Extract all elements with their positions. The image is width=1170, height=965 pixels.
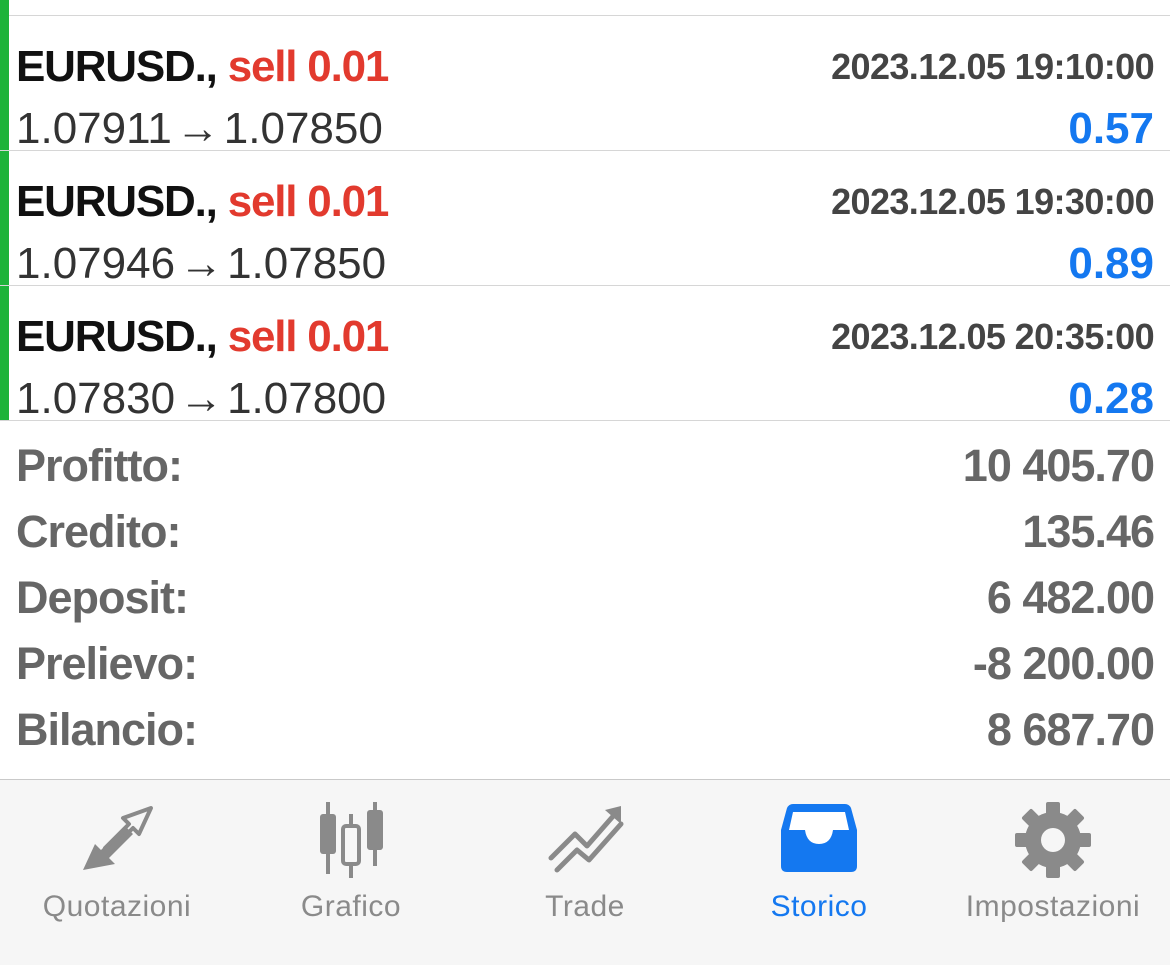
credit-value: 135.46 bbox=[1022, 506, 1155, 557]
summary-row-balance: Bilancio: 8 687.70 bbox=[0, 684, 1170, 755]
deal-profit: 0.57 bbox=[1068, 104, 1154, 153]
history-tray-icon bbox=[781, 804, 857, 872]
withdrawal-label: Prelievo: bbox=[16, 638, 198, 689]
deal-side: sell 0.01 bbox=[227, 312, 390, 361]
deal-row[interactable]: EURUSD., sell 0.01 2023.12.05 19:30:00 1… bbox=[0, 151, 1170, 289]
tab-grafico[interactable]: Grafico bbox=[234, 780, 468, 965]
deal-close-price: 1.07800 bbox=[227, 374, 387, 423]
credit-label: Credito: bbox=[16, 506, 181, 557]
deal-side: sell 0.01 bbox=[227, 177, 390, 226]
deal-open-price: 1.07946 bbox=[16, 239, 176, 288]
deal-prices: 1.07911→1.07850 bbox=[16, 104, 383, 154]
deal-accent-bar bbox=[0, 286, 9, 420]
tab-label: Grafico bbox=[300, 890, 402, 923]
deal-accent-bar bbox=[0, 151, 9, 285]
deal-title: EURUSD., sell 0.01 bbox=[16, 177, 390, 227]
tab-quotazioni[interactable]: Quotazioni bbox=[0, 780, 234, 965]
deal-title: EURUSD., sell 0.01 bbox=[16, 312, 390, 362]
summary-row-profit: Profitto: 10 405.70 bbox=[0, 420, 1170, 491]
summary-row-deposit: Deposit: 6 482.00 bbox=[0, 552, 1170, 623]
deal-close-price: 1.07850 bbox=[223, 104, 383, 153]
account-summary: Profitto: 10 405.70 Credito: 135.46 Depo… bbox=[0, 420, 1170, 780]
trade-trend-icon bbox=[548, 806, 624, 873]
tab-storico[interactable]: Storico bbox=[702, 780, 936, 965]
deal-title: EURUSD., sell 0.01 bbox=[16, 42, 390, 92]
candlestick-chart-icon bbox=[320, 802, 383, 878]
tab-label: Trade bbox=[545, 890, 625, 923]
arrow-right-icon: → bbox=[179, 239, 224, 288]
tab-label: Storico bbox=[770, 890, 868, 923]
deal-close-price: 1.07850 bbox=[227, 239, 387, 288]
deal-symbol: EURUSD., bbox=[16, 312, 218, 361]
deal-symbol: EURUSD., bbox=[16, 42, 218, 91]
deal-accent-bar bbox=[0, 0, 9, 16]
balance-label: Bilancio: bbox=[16, 704, 198, 755]
deal-side: sell 0.01 bbox=[227, 42, 390, 91]
deal-open-price: 1.07911 bbox=[16, 104, 172, 153]
withdrawal-value: -8 200.00 bbox=[972, 638, 1155, 689]
gear-icon bbox=[1015, 802, 1091, 878]
tab-bar: Quotazioni Grafico Trade Storico Imposta… bbox=[0, 779, 1170, 965]
tab-trade[interactable]: Trade bbox=[468, 780, 702, 965]
deal-profit: 0.89 bbox=[1068, 239, 1154, 288]
summary-row-credit: Credito: 135.46 bbox=[0, 486, 1170, 557]
deal-symbol: EURUSD., bbox=[16, 177, 218, 226]
deal-time: 2023.12.05 19:30:00 bbox=[831, 181, 1154, 222]
deal-prices: 1.07830→1.07800 bbox=[16, 374, 386, 424]
arrow-right-icon: → bbox=[175, 104, 220, 153]
deal-row[interactable]: EURUSD., sell 0.01 2023.12.05 19:10:00 1… bbox=[0, 16, 1170, 154]
deposit-label: Deposit: bbox=[16, 572, 189, 623]
previous-deal-edge bbox=[0, 0, 1170, 16]
deal-prices: 1.07946→1.07850 bbox=[16, 239, 386, 289]
deposit-value: 6 482.00 bbox=[986, 572, 1155, 623]
tab-label: Impostazioni bbox=[965, 890, 1141, 923]
deal-accent-bar bbox=[0, 16, 9, 150]
tab-impostazioni[interactable]: Impostazioni bbox=[936, 780, 1170, 965]
deal-time: 2023.12.05 20:35:00 bbox=[831, 316, 1154, 357]
tab-label: Quotazioni bbox=[42, 890, 192, 923]
balance-value: 8 687.70 bbox=[986, 704, 1155, 755]
summary-row-withdrawal: Prelievo: -8 200.00 bbox=[0, 618, 1170, 689]
deal-row[interactable]: EURUSD., sell 0.01 2023.12.05 20:35:00 1… bbox=[0, 286, 1170, 424]
profit-value: 10 405.70 bbox=[962, 440, 1155, 491]
deal-profit: 0.28 bbox=[1068, 374, 1154, 423]
arrow-right-icon: → bbox=[179, 374, 224, 423]
profit-label: Profitto: bbox=[16, 440, 183, 491]
deal-time: 2023.12.05 19:10:00 bbox=[831, 46, 1154, 87]
quotes-arrows-icon bbox=[83, 806, 153, 870]
deal-open-price: 1.07830 bbox=[16, 374, 176, 423]
